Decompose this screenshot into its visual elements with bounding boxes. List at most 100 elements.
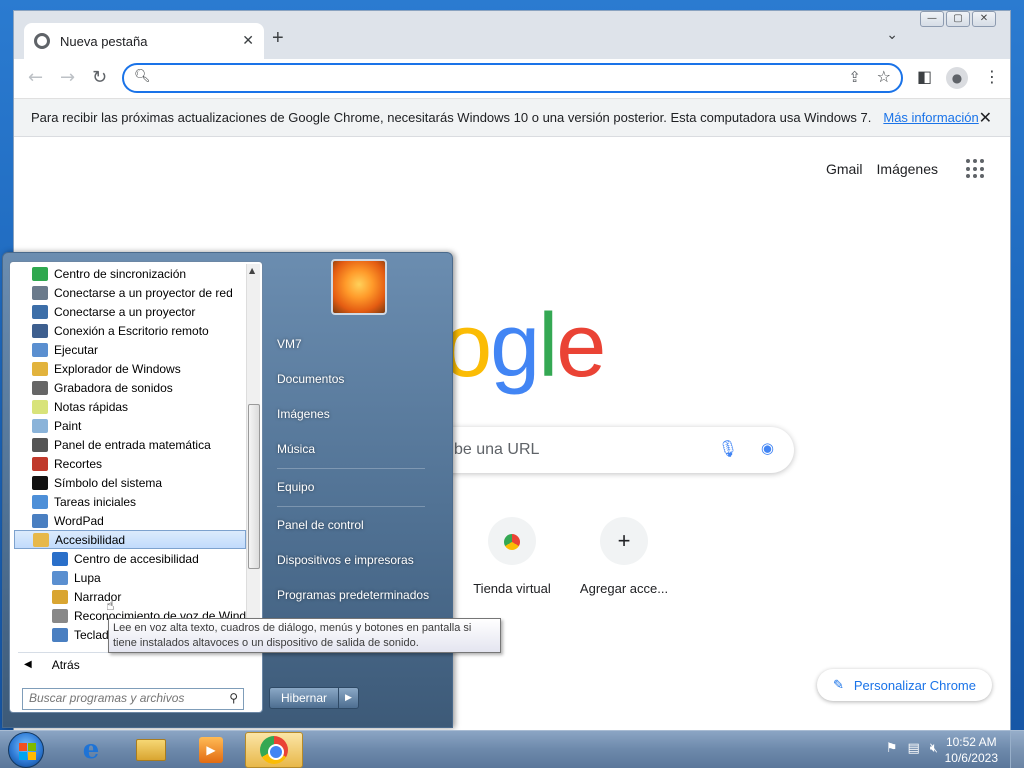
close-window-button[interactable]: ✕ (972, 11, 996, 27)
program-label: Lupa (74, 570, 101, 585)
documents-link[interactable]: Documentos (277, 372, 447, 386)
program-item[interactable]: Notas rápidas (14, 397, 246, 416)
folder-icon (136, 739, 166, 761)
user-picture[interactable] (331, 259, 387, 315)
maximize-button[interactable]: ▢ (946, 11, 970, 27)
program-item[interactable]: Recortes (14, 454, 246, 473)
bookmark-star-icon[interactable]: ☆ (877, 67, 891, 86)
microphone-icon (32, 380, 48, 395)
program-item[interactable]: Ejecutar (14, 340, 246, 359)
program-item[interactable]: Paint (14, 416, 246, 435)
program-item[interactable]: Símbolo del sistema (14, 473, 246, 492)
volume-muted-icon[interactable]: 🔇︎ (930, 741, 938, 756)
program-item[interactable]: Panel de entrada matemática (14, 435, 246, 454)
clock-date: 10/6/2023 (944, 751, 998, 765)
program-item[interactable]: Conexión a Escritorio remoto (14, 321, 246, 340)
show-desktop-button[interactable] (1010, 731, 1024, 768)
program-item[interactable]: Conectarse a un proyector (14, 302, 246, 321)
tab-new-tab[interactable]: Nueva pestaña ✕ (24, 23, 264, 59)
more-info-link[interactable]: Más información (883, 110, 978, 125)
clock[interactable]: 10:52 AM 10/6/2023 (945, 734, 998, 766)
start-orb-button[interactable] (8, 732, 44, 768)
forward-icon[interactable]: → (60, 67, 75, 88)
taskbar-explorer[interactable] (122, 732, 180, 768)
plus-icon: + (600, 517, 648, 565)
program-item[interactable]: Narrador (14, 587, 246, 606)
scroll-up-icon[interactable]: ▲ (249, 266, 255, 275)
share-icon[interactable]: ⇪ (848, 68, 861, 86)
program-list-scrollbar[interactable]: ▲ ▼ (246, 264, 260, 642)
omnibox-input[interactable] (158, 69, 838, 89)
narrator-tooltip: Lee en voz alta texto, cuadros de diálog… (108, 618, 501, 653)
network-icon[interactable]: ▤ (908, 741, 920, 756)
start-search-box[interactable]: ⚲ (22, 688, 244, 710)
default-programs-link[interactable]: Programas predeterminados (277, 588, 447, 602)
divider (277, 506, 425, 507)
reload-icon[interactable]: ↻ (92, 67, 107, 88)
back-icon[interactable]: ← (28, 67, 43, 88)
keyboard-icon (52, 627, 68, 642)
minimize-button[interactable]: — (920, 11, 944, 27)
program-item[interactable]: Accesibilidad (14, 530, 246, 549)
program-label: Símbolo del sistema (54, 475, 163, 490)
profile-avatar-icon[interactable]: ● (946, 67, 968, 89)
google-lens-icon[interactable]: ◉ (761, 439, 774, 457)
apps-grid-icon[interactable] (966, 159, 986, 179)
run-icon (32, 342, 48, 357)
music-link[interactable]: Música (277, 442, 447, 456)
devices-printers-link[interactable]: Dispositivos e impresoras (277, 553, 447, 567)
scrollbar-thumb[interactable] (248, 404, 260, 569)
taskbar-internet-explorer[interactable]: e (62, 732, 120, 768)
user-folder-link[interactable]: VM7 (277, 337, 447, 351)
infobar-close-icon[interactable]: ✕ (979, 108, 992, 128)
shortcut-tienda-virtual[interactable]: Tienda virtual (456, 517, 568, 596)
gmail-link[interactable]: Gmail (826, 161, 863, 177)
program-label: Panel de entrada matemática (54, 437, 211, 452)
action-center-flag-icon[interactable]: ⚑ (886, 741, 898, 756)
side-panel-icon[interactable]: ◧ (917, 67, 932, 86)
program-label: Paint (54, 418, 82, 433)
program-item[interactable]: Centro de sincronización (14, 264, 246, 283)
program-item[interactable]: Centro de accesibilidad (14, 549, 246, 568)
logo-letter: l (538, 296, 558, 396)
omnibox[interactable]: 🔍︎ ⇪ ☆ (122, 63, 903, 93)
microphone-icon[interactable]: 🎙︎ (718, 439, 738, 458)
taskbar-media-player[interactable]: ▶ (182, 732, 240, 768)
shutdown-options-arrow-icon[interactable]: ▶ (339, 687, 359, 709)
program-list: Centro de sincronización Conectarse a un … (14, 264, 246, 648)
hibernate-button[interactable]: Hibernar (269, 687, 339, 709)
tab-close-icon[interactable]: ✕ (242, 33, 254, 49)
program-item[interactable]: Explorador de Windows (14, 359, 246, 378)
images-link[interactable]: Imágenes (877, 161, 938, 177)
search-icon: 🔍︎ (134, 69, 151, 84)
program-item[interactable]: Conectarse a un proyector de red (14, 283, 246, 302)
computer-link[interactable]: Equipo (277, 480, 447, 494)
program-item[interactable]: WordPad (14, 511, 246, 530)
network-projector-icon (32, 285, 48, 300)
start-menu-right-pane: VM7 Documentos Imágenes Música Equipo Pa… (265, 253, 454, 729)
media-player-icon: ▶ (199, 737, 223, 763)
back-button[interactable]: ◀ Atrás (18, 652, 258, 676)
program-label: Conectarse a un proyector de red (54, 285, 233, 300)
program-label: Notas rápidas (54, 399, 129, 414)
menu-kebab-icon[interactable]: ⋮ (984, 67, 1000, 86)
back-arrow-icon: ◀ (24, 659, 32, 670)
search-icon: ⚲ (229, 691, 238, 705)
math-input-icon (32, 437, 48, 452)
control-panel-link[interactable]: Panel de control (277, 518, 447, 532)
program-item[interactable]: Lupa (14, 568, 246, 587)
pictures-link[interactable]: Imágenes (277, 407, 447, 421)
explorer-icon (32, 361, 48, 376)
shortcut-add[interactable]: + Agregar acce... (568, 517, 680, 596)
ntp-search-box[interactable]: be una URL 🎙︎ ◉ (404, 427, 794, 473)
tab-strip: Nueva pestaña ✕ + ⌄ — ▢ ✕ (14, 11, 1010, 59)
program-item[interactable]: Tareas iniciales (14, 492, 246, 511)
sync-icon (32, 266, 48, 281)
new-tab-button[interactable]: + (272, 27, 284, 50)
start-search-input[interactable] (23, 689, 213, 707)
taskbar-chrome[interactable] (245, 732, 303, 768)
program-item[interactable]: Grabadora de sonidos (14, 378, 246, 397)
chrome-icon (260, 736, 288, 764)
customize-chrome-button[interactable]: ✎ Personalizar Chrome (816, 669, 992, 701)
tab-search-icon[interactable]: ⌄ (886, 27, 898, 43)
